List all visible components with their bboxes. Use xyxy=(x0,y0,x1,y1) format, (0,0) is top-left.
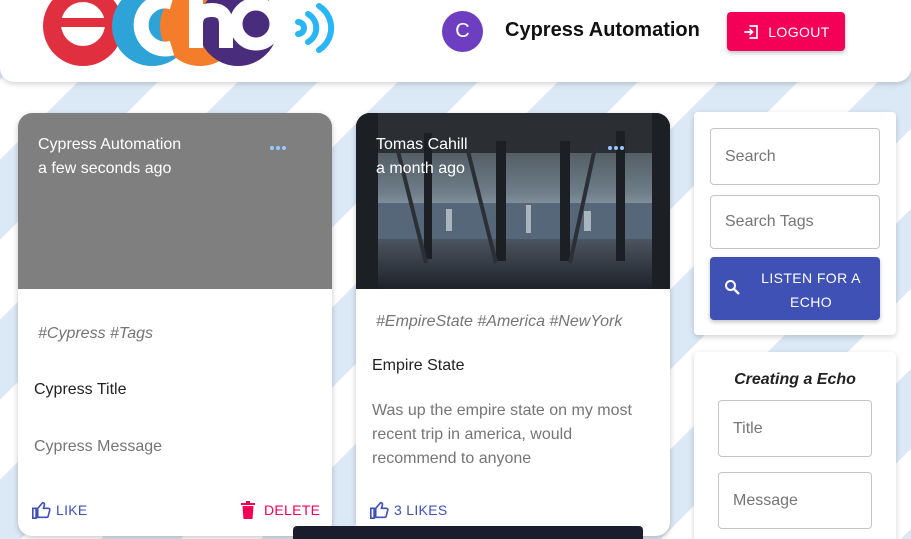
post-author: Cypress Automation xyxy=(38,136,182,153)
listen-button[interactable]: LISTEN FOR A ECHO xyxy=(710,257,880,320)
like-label: 3 LIKES xyxy=(394,502,448,518)
post-author: Tomas Cahill xyxy=(376,136,468,153)
post-message: Was up the empire state on my most recen… xyxy=(372,402,632,467)
post-tags: #Cypress #Tags xyxy=(38,325,154,342)
thumb-up-icon xyxy=(370,501,389,519)
like-button[interactable]: 3 LIKES xyxy=(369,501,447,519)
search-tags-input[interactable]: Search Tags xyxy=(710,195,880,249)
logout-icon xyxy=(744,24,759,39)
thumb-up-icon xyxy=(31,501,51,519)
search-panel: Search Search Tags LISTEN FOR A ECHO xyxy=(694,112,896,335)
search-icon xyxy=(725,280,740,295)
more-icon[interactable] xyxy=(270,146,288,152)
delete-button[interactable]: DELETE xyxy=(241,501,320,519)
listen-label: LISTEN FOR A ECHO xyxy=(761,270,861,310)
like-label: LIKE xyxy=(56,502,88,518)
message-field[interactable]: Message xyxy=(718,472,872,529)
app-bar: C Cypress Automation LOGOUT xyxy=(0,0,911,82)
snackbar xyxy=(293,526,643,539)
username: Cypress Automation xyxy=(505,19,700,41)
delete-label: DELETE xyxy=(264,502,321,518)
post-message: Cypress Message xyxy=(34,438,163,455)
avatar[interactable]: C xyxy=(442,11,483,52)
like-button[interactable]: LIKE xyxy=(31,501,88,519)
post-title: Empire State xyxy=(372,357,465,374)
post-title: Cypress Title xyxy=(34,381,127,398)
title-field[interactable]: Title xyxy=(718,400,872,457)
post-time: a few seconds ago xyxy=(38,160,172,177)
sound-waves-icon xyxy=(295,3,335,53)
logout-label: LOGOUT xyxy=(768,23,830,40)
create-heading: Creating a Echo xyxy=(734,371,856,388)
more-icon[interactable] xyxy=(608,146,626,152)
delete-icon xyxy=(241,501,255,519)
search-input[interactable]: Search xyxy=(710,128,880,185)
echo-logo[interactable] xyxy=(42,0,342,76)
post-card: Cypress Automation a few seconds ago #Cy… xyxy=(18,113,332,536)
post-tags: #EmpireState #America #NewYork xyxy=(376,313,623,330)
create-panel: Creating a Echo Title Message xyxy=(694,352,896,539)
post-card: Tomas Cahill a month ago #EmpireState #A… xyxy=(356,113,670,536)
logout-button[interactable]: LOGOUT xyxy=(727,12,845,51)
post-time: a month ago xyxy=(376,160,465,177)
